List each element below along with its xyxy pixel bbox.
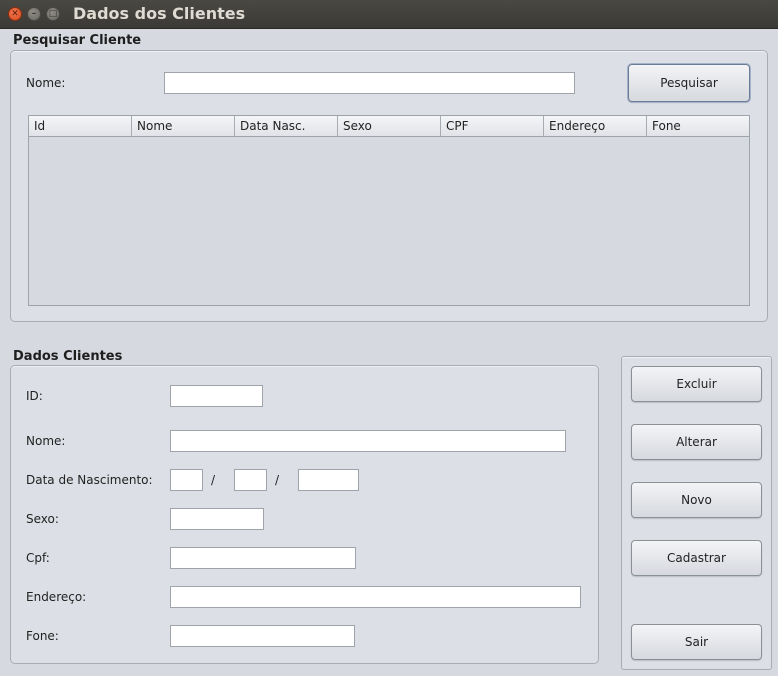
column-header-fone[interactable]: Fone [647,116,749,136]
birth-day-field[interactable] [170,469,203,491]
id-label: ID: [26,389,43,403]
novo-button[interactable]: Novo [631,482,762,518]
minimize-icon: – [31,9,37,19]
fone-field[interactable] [170,625,355,647]
maximize-icon: □ [48,9,58,19]
cpf-field[interactable] [170,547,356,569]
birth-month-field[interactable] [234,469,267,491]
close-window-button[interactable]: ✕ [8,7,22,21]
maximize-window-button[interactable]: □ [46,7,60,21]
date-separator: / [275,473,280,487]
data-nascimento-label: Data de Nascimento: [26,473,153,487]
column-header-endereco[interactable]: Endereço [544,116,647,136]
column-header-sexo[interactable]: Sexo [338,116,441,136]
column-header-cpf[interactable]: CPF [441,116,544,136]
minimize-window-button[interactable]: – [27,7,41,21]
sexo-label: Sexo: [26,512,59,526]
clients-table[interactable]: Id Nome Data Nasc. Sexo CPF Endereço Fon… [28,115,750,306]
search-name-label: Nome: [26,76,66,90]
fone-label: Fone: [26,629,59,643]
id-field[interactable] [170,385,263,407]
endereco-label: Endereço: [26,590,87,604]
window-titlebar: ✕ – □ Dados dos Clientes [0,0,778,29]
nome-label: Nome: [26,434,66,448]
column-header-data-nasc[interactable]: Data Nasc. [235,116,338,136]
search-section-title: Pesquisar Cliente [13,33,142,48]
sexo-field[interactable] [170,508,264,530]
form-section-title: Dados Clientes [13,349,123,364]
column-header-nome[interactable]: Nome [132,116,235,136]
endereco-field[interactable] [170,586,581,608]
excluir-button[interactable]: Excluir [631,366,762,402]
search-button[interactable]: Pesquisar [628,64,750,102]
alterar-button[interactable]: Alterar [631,424,762,460]
cpf-label: Cpf: [26,551,50,565]
birth-year-field[interactable] [298,469,359,491]
cadastrar-button[interactable]: Cadastrar [631,540,762,576]
nome-field[interactable] [170,430,566,452]
table-body[interactable] [29,137,749,305]
form-panel [10,365,599,664]
table-header: Id Nome Data Nasc. Sexo CPF Endereço Fon… [29,116,749,137]
window-title: Dados dos Clientes [73,4,246,23]
close-icon: ✕ [11,9,19,19]
column-header-id[interactable]: Id [29,116,132,136]
search-name-input[interactable] [164,72,575,94]
sair-button[interactable]: Sair [631,624,762,660]
date-separator: / [211,473,216,487]
